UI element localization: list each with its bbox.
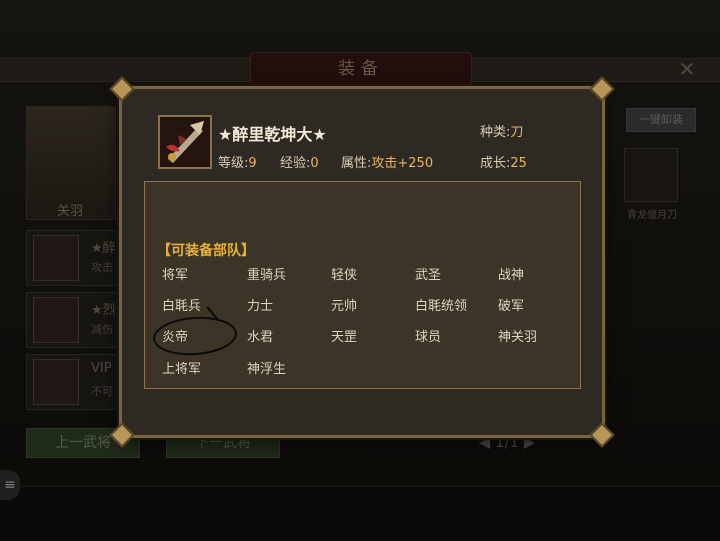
growth-label: 成长: <box>480 156 511 171</box>
level-value: 9 <box>248 156 257 171</box>
unit-item: 上将军 <box>162 362 202 377</box>
attribute-label: 属性: <box>341 156 372 171</box>
unit-item: 轻侠 <box>331 268 358 283</box>
unit-item: 白毦兵 <box>162 299 202 314</box>
unit-item: 战神 <box>498 268 525 283</box>
unit-item: 球员 <box>415 330 442 345</box>
hand-drawn-circle <box>151 314 239 358</box>
unit-item: 天罡 <box>331 330 358 345</box>
weapon-blade-icon <box>158 115 212 169</box>
exp-stat: 经验:0 <box>280 152 319 171</box>
level-stat: 等级:9 <box>218 152 257 171</box>
exp-value: 0 <box>310 156 319 171</box>
growth-stat: 成长:25 <box>480 152 527 171</box>
type-value: 刀 <box>510 125 524 140</box>
unit-item: 白毦统领 <box>415 299 468 314</box>
unit-item: 将军 <box>162 268 189 283</box>
section-title: 【可装备部队】 <box>157 243 255 259</box>
unit-item: 重骑兵 <box>247 268 287 283</box>
unit-item: 神浮生 <box>247 362 287 377</box>
exp-label: 经验: <box>280 156 311 171</box>
unit-item: 破军 <box>498 299 525 314</box>
equipment-info-dialog: ★醉里乾坤大★ 种类:刀 等级:9 经验:0 属性:攻击+250 成长:25 【… <box>109 76 615 448</box>
type-label: 种类: <box>480 125 511 140</box>
item-type: 种类:刀 <box>480 121 523 140</box>
attribute-stat: 属性:攻击+250 <box>341 152 433 171</box>
equippable-units-panel: 【可装备部队】 将军 重骑兵 轻侠 武圣 战神 白毦兵 力士 元帅 白毦统领 破… <box>144 181 581 389</box>
unit-item: 水君 <box>247 330 274 345</box>
attribute-value: 攻击+250 <box>371 156 434 171</box>
unit-item: 元帅 <box>331 299 358 314</box>
unit-item: 力士 <box>247 299 274 314</box>
level-label: 等级: <box>218 156 249 171</box>
unit-item: 神关羽 <box>498 330 538 345</box>
unit-item: 武圣 <box>415 268 442 283</box>
growth-value: 25 <box>510 156 527 171</box>
item-name: ★醉里乾坤大★ <box>218 125 327 144</box>
